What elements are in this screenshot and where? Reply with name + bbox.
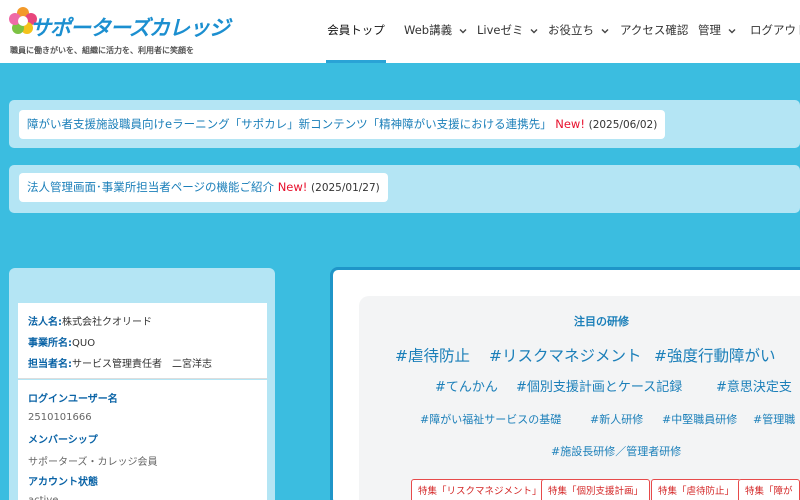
account-card: ログインユーザー名 2510101666 メンバーシップ サポーターズ・カレッジ… (18, 380, 267, 500)
nav-item-access-check[interactable]: アクセス確認 (620, 0, 688, 63)
tag-link[interactable]: #強度行動障がい (654, 344, 776, 366)
corp-name-label: 法人名: (28, 317, 62, 328)
corp-name-row: 法人名:株式会社クオリード (28, 313, 152, 328)
new-badge: New! (555, 117, 585, 131)
tag-link[interactable]: #中堅職員研修 (662, 411, 737, 427)
tag-link[interactable]: #リスクマネジメント (489, 344, 642, 366)
office-name-value: QUO (72, 338, 96, 349)
account-status-label: アカウント状態 (28, 477, 98, 488)
login-user-label: ログインユーザー名 (28, 394, 118, 405)
corp-name-value: 株式会社クオリード (62, 317, 152, 328)
nav-label: お役立ち (548, 23, 594, 37)
feature-button[interactable]: 特集「障が (738, 479, 800, 500)
nav-label: Liveゼミ (477, 23, 524, 37)
feature-button[interactable]: 特集「個別支援計画」 (541, 479, 651, 500)
tag-link[interactable]: #てんかん (435, 376, 498, 395)
nav-label: ログアウト (750, 23, 800, 37)
tag-link[interactable]: #障がい福祉サービスの基礎 (420, 411, 561, 427)
tag-link[interactable]: #虐待防止 (395, 344, 470, 366)
nav-item-web-lectures[interactable]: Web講義 (404, 0, 468, 63)
chevron-down-icon (728, 28, 736, 33)
site-logo[interactable]: サポーターズカレッジ 職員に働きがいを、組織に活力を、利用者に笑顔を (8, 6, 230, 58)
feature-button[interactable]: 特集「リスクマネジメント」 (411, 479, 549, 500)
tag-link[interactable]: #個別支援計画とケース記録 (516, 376, 682, 395)
site-header: サポーターズカレッジ 職員に働きがいを、組織に活力を、利用者に笑顔を 会員トップ… (0, 0, 800, 63)
notice-card[interactable]: 障がい者支援施設職員向けeラーニング「サポカレ」新コンテンツ「精神障がい支援にお… (19, 110, 666, 139)
nav-label: 会員トップ (327, 23, 385, 37)
login-user-value: 2510101666 (28, 412, 92, 423)
manager-name-value: サービス管理責任者 二宮洋志 (72, 359, 212, 370)
member-info-panel: 法人名:株式会社クオリード 事業所名:QUO 担当者名:サービス管理責任者 二宮… (9, 268, 275, 500)
tag-link[interactable]: #施設長研修／管理者研修 (551, 443, 681, 459)
office-name-row: 事業所名:QUO (28, 334, 95, 349)
nav-label: アクセス確認 (620, 23, 689, 37)
new-badge: New! (277, 180, 308, 194)
logo-tagline: 職員に働きがいを、組織に活力を、利用者に笑顔を (10, 46, 194, 55)
tag-link[interactable]: #意思決定支 (716, 376, 792, 395)
notice-link[interactable]: 障がい者支援施設職員向けeラーニング「サポカレ」新コンテンツ「精神障がい支援にお… (27, 117, 552, 131)
chevron-down-icon (459, 28, 467, 33)
nav-item-live-seminar[interactable]: Liveゼミ (477, 0, 539, 63)
nav-label: Web講義 (404, 23, 453, 37)
notice-link[interactable]: 法人管理画面･事業所担当者ページの機能ご紹介 (27, 180, 274, 194)
profile-card: 法人名:株式会社クオリード 事業所名:QUO 担当者名:サービス管理責任者 二宮… (18, 303, 267, 379)
tag-link[interactable]: #新人研修 (590, 411, 643, 427)
nav-item-admin[interactable]: 管理 (698, 0, 737, 63)
notice-card[interactable]: 法人管理画面･事業所担当者ページの機能ご紹介 New! (2025/01/27) (19, 173, 388, 202)
feature-button[interactable]: 特集「虐待防止」 (651, 479, 742, 500)
notice-date: (2025/06/02) (588, 119, 658, 131)
main-nav: 会員トップ Web講義 Liveゼミ お役立ち アクセス確認 管理 ログアウト (326, 0, 800, 63)
nav-item-useful[interactable]: お役立ち (548, 0, 610, 63)
notice-bar: 障がい者支援施設職員向けeラーニング「サポカレ」新コンテンツ「精神障がい支援にお… (9, 100, 800, 148)
nav-item-member-top[interactable]: 会員トップ (326, 0, 386, 63)
notice-bar: 法人管理画面･事業所担当者ページの機能ご紹介 New! (2025/01/27) (9, 165, 800, 213)
notice-date: (2025/01/27) (311, 182, 380, 194)
manager-name-label: 担当者名: (28, 359, 72, 370)
tag-link[interactable]: #管理職 (753, 411, 795, 427)
featured-title: 注目の研修 (574, 315, 629, 328)
membership-value: サポーターズ・カレッジ会員 (28, 457, 158, 468)
logo-title: サポーターズカレッジ (30, 16, 230, 40)
account-status-value: active (28, 495, 58, 500)
office-name-label: 事業所名: (28, 338, 72, 349)
chevron-down-icon (530, 28, 538, 33)
membership-label: メンバーシップ (28, 435, 98, 446)
nav-item-logout[interactable]: ログアウト (750, 0, 800, 63)
featured-training-panel: 注目の研修 #虐待防止 #リスクマネジメント #強度行動障がい #てんかん #個… (330, 267, 800, 500)
manager-name-row: 担当者名:サービス管理責任者 二宮洋志 (28, 355, 212, 370)
chevron-down-icon (601, 28, 609, 33)
nav-label: 管理 (698, 23, 721, 37)
